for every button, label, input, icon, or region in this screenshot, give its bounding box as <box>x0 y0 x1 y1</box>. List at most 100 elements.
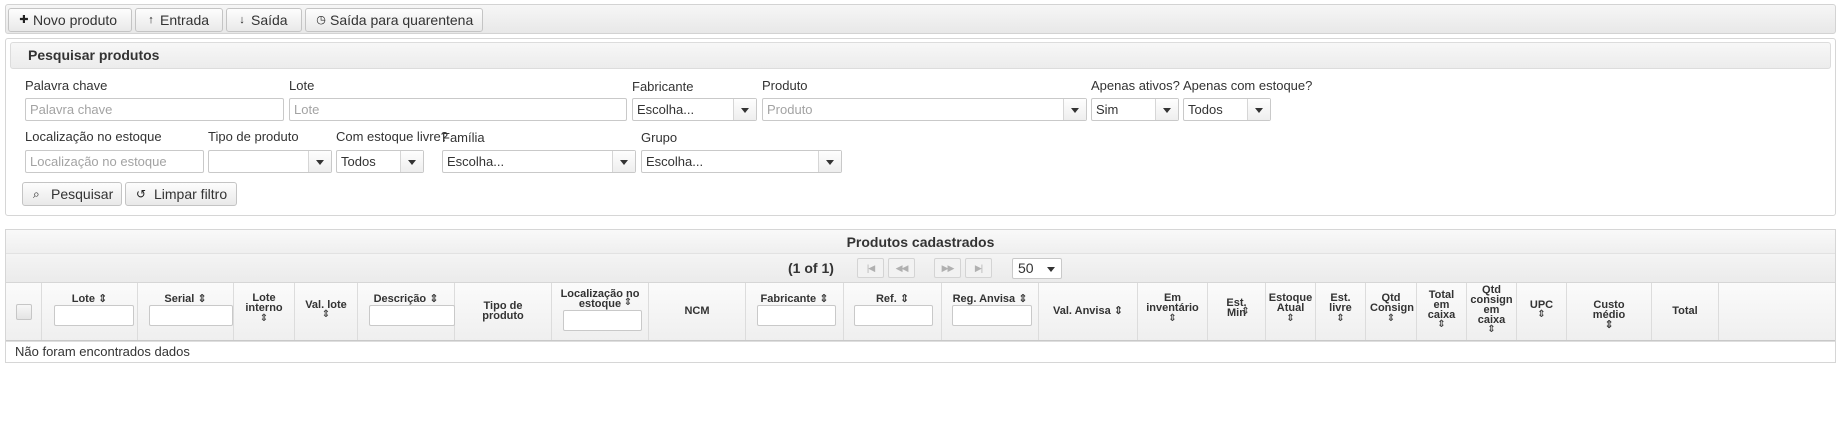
exit-button[interactable]: ↓ Saída <box>226 8 302 32</box>
filter-descricao-input[interactable] <box>369 305 455 326</box>
sort-icon: ⇕ <box>1487 324 1496 335</box>
family-dropdown-trigger[interactable] <box>612 151 635 172</box>
filter-lote-input[interactable] <box>54 305 134 326</box>
column-serial[interactable]: Serial ⇕ <box>138 283 234 340</box>
column-val-anvisa-label: Val. Anvisa <box>1053 305 1111 317</box>
column-val-lote[interactable]: Val. lote ⇕ <box>295 283 358 340</box>
keyword-input[interactable] <box>25 98 284 121</box>
entry-label: Entrada <box>160 12 210 28</box>
column-total: Total <box>1652 283 1719 340</box>
sort-icon: ⇕ <box>1241 306 1250 317</box>
sort-icon: ⇕ <box>197 293 207 305</box>
only-active-select[interactable]: Sim <box>1091 98 1179 121</box>
location-label: Localização no estoque <box>25 129 162 144</box>
product-autocomplete[interactable]: Produto <box>762 98 1087 121</box>
product-type-select[interactable] <box>208 150 332 173</box>
column-val-anvisa[interactable]: Val. Anvisa ⇕ <box>1039 283 1138 340</box>
last-page-icon: ▶| <box>974 263 983 273</box>
rows-per-page-select[interactable]: 50 <box>1012 258 1062 279</box>
column-ref[interactable]: Ref. ⇕ <box>844 283 942 340</box>
sort-icon: ⇕ <box>1386 313 1396 324</box>
first-page-button[interactable]: |◀ <box>857 258 884 278</box>
quarantine-exit-label: Saída para quarentena <box>330 12 474 28</box>
product-dropdown-trigger[interactable] <box>1063 99 1086 120</box>
clear-filter-label: Limpar filtro <box>154 186 228 202</box>
sort-icon: ⇕ <box>1336 313 1345 324</box>
column-total-em-caixa[interactable]: Total em caixa ⇕ <box>1417 283 1467 340</box>
next-page-button[interactable]: ▶▶ <box>934 258 961 278</box>
toolbar: ✚ Novo produto ↑ Entrada ↓ Saída ◷ Saída… <box>5 4 1836 34</box>
column-tipo-produto-label: Tipo de produto <box>482 300 524 322</box>
product-type-dropdown-trigger[interactable] <box>308 151 331 172</box>
column-descricao[interactable]: Descrição ⇕ <box>358 283 455 340</box>
column-upc[interactable]: UPC ⇕ <box>1517 283 1567 340</box>
sort-icon: ⇕ <box>1437 319 1446 330</box>
search-panel-title[interactable]: Pesquisar produtos <box>10 42 1831 69</box>
location-input[interactable] <box>25 150 204 173</box>
group-dropdown-trigger[interactable] <box>818 151 841 172</box>
quarantine-exit-button[interactable]: ◷ Saída para quarentena <box>305 8 483 32</box>
chevron-down-icon <box>408 160 416 165</box>
only-stock-dropdown-trigger[interactable] <box>1247 99 1270 120</box>
prev-page-button[interactable]: ◀◀ <box>888 258 915 278</box>
lot-input[interactable] <box>289 98 627 121</box>
only-stock-select[interactable]: Todos <box>1183 98 1271 121</box>
sort-icon: ⇕ <box>1168 313 1177 324</box>
column-custo-medio-label: Custo médio <box>1592 299 1626 321</box>
family-select[interactable]: Escolha... <box>442 150 636 173</box>
column-qtd-consign-em-caixa[interactable]: Qtd consign em caixa ⇕ <box>1467 283 1517 340</box>
manufacturer-dropdown-trigger[interactable] <box>733 99 756 120</box>
column-em-inventario-label: Em inventário <box>1146 292 1199 314</box>
select-all-checkbox[interactable] <box>16 304 32 320</box>
group-value: Escolha... <box>646 154 704 169</box>
table-header: Lote ⇕ Serial ⇕ Lote interno ⇕ Val. lote… <box>6 282 1835 341</box>
column-custo-medio[interactable]: Custo médio ⇕ <box>1567 283 1652 340</box>
filter-fabricante-input[interactable] <box>757 305 836 326</box>
new-product-button[interactable]: ✚ Novo produto <box>8 8 132 32</box>
column-tipo-produto: Tipo de produto <box>455 283 552 340</box>
column-lote[interactable]: Lote ⇕ <box>42 283 138 340</box>
entry-button[interactable]: ↑ Entrada <box>135 8 223 32</box>
column-qtd-consign-em-caixa-label: Qtd consign em caixa <box>1470 284 1513 326</box>
products-table-title: Produtos cadastrados <box>6 230 1835 254</box>
only-active-dropdown-trigger[interactable] <box>1155 99 1178 120</box>
column-lote-interno[interactable]: Lote interno ⇕ <box>234 283 295 340</box>
column-est-livre[interactable]: Est. livre ⇕ <box>1316 283 1366 340</box>
sort-icon: ⇕ <box>819 293 829 305</box>
column-localizacao[interactable]: Localização no estoque ⇕ <box>552 283 649 340</box>
chevron-down-icon <box>1255 108 1263 113</box>
column-ncm-label: NCM <box>684 305 710 317</box>
new-product-label: Novo produto <box>33 12 118 28</box>
free-stock-dropdown-trigger[interactable] <box>400 151 423 172</box>
free-stock-label: Com estoque livre? <box>336 129 448 144</box>
keyword-label: Palavra chave <box>25 78 108 93</box>
column-reg-anvisa[interactable]: Reg. Anvisa ⇕ <box>942 283 1039 340</box>
manufacturer-select[interactable]: Escolha... <box>632 98 757 121</box>
column-qtd-consign-label: Qtd Consign <box>1370 292 1414 314</box>
empty-message: Não foram encontrados dados <box>6 341 1835 363</box>
column-estoque-atual[interactable]: Estoque Atual ⇕ <box>1266 283 1316 340</box>
group-label: Grupo <box>641 130 678 145</box>
plus-icon: ✚ <box>19 14 29 26</box>
filter-reg-anvisa-input[interactable] <box>952 305 1032 326</box>
column-fabricante[interactable]: Fabricante ⇕ <box>746 283 844 340</box>
filter-localizacao-input[interactable] <box>563 310 642 331</box>
arrow-down-icon: ↓ <box>239 14 245 26</box>
filter-serial-input[interactable] <box>149 305 233 326</box>
select-all-column <box>6 283 42 340</box>
search-icon: ⌕ <box>33 187 40 201</box>
last-page-button[interactable]: ▶| <box>965 258 992 278</box>
products-table: Produtos cadastrados (1 of 1) |◀ ◀◀ ▶▶ ▶… <box>5 229 1836 363</box>
only-stock-label: Apenas com estoque? <box>1183 78 1313 93</box>
search-button[interactable]: ⌕ Pesquisar <box>22 182 122 206</box>
clear-filter-button[interactable]: ↺ Limpar filtro <box>125 182 237 206</box>
column-est-min[interactable]: Est. Min ⇕ <box>1208 283 1266 340</box>
group-select[interactable]: Escolha... <box>641 150 842 173</box>
free-stock-select[interactable]: Todos <box>336 150 424 173</box>
sort-icon: ⇕ <box>899 293 910 305</box>
column-qtd-consign[interactable]: Qtd Consign ⇕ <box>1366 283 1417 340</box>
filter-ref-input[interactable] <box>854 305 933 326</box>
page-info: (1 of 1) <box>788 260 834 276</box>
column-em-inventario[interactable]: Em inventário ⇕ <box>1138 283 1208 340</box>
clock-icon: ◷ <box>316 14 326 26</box>
